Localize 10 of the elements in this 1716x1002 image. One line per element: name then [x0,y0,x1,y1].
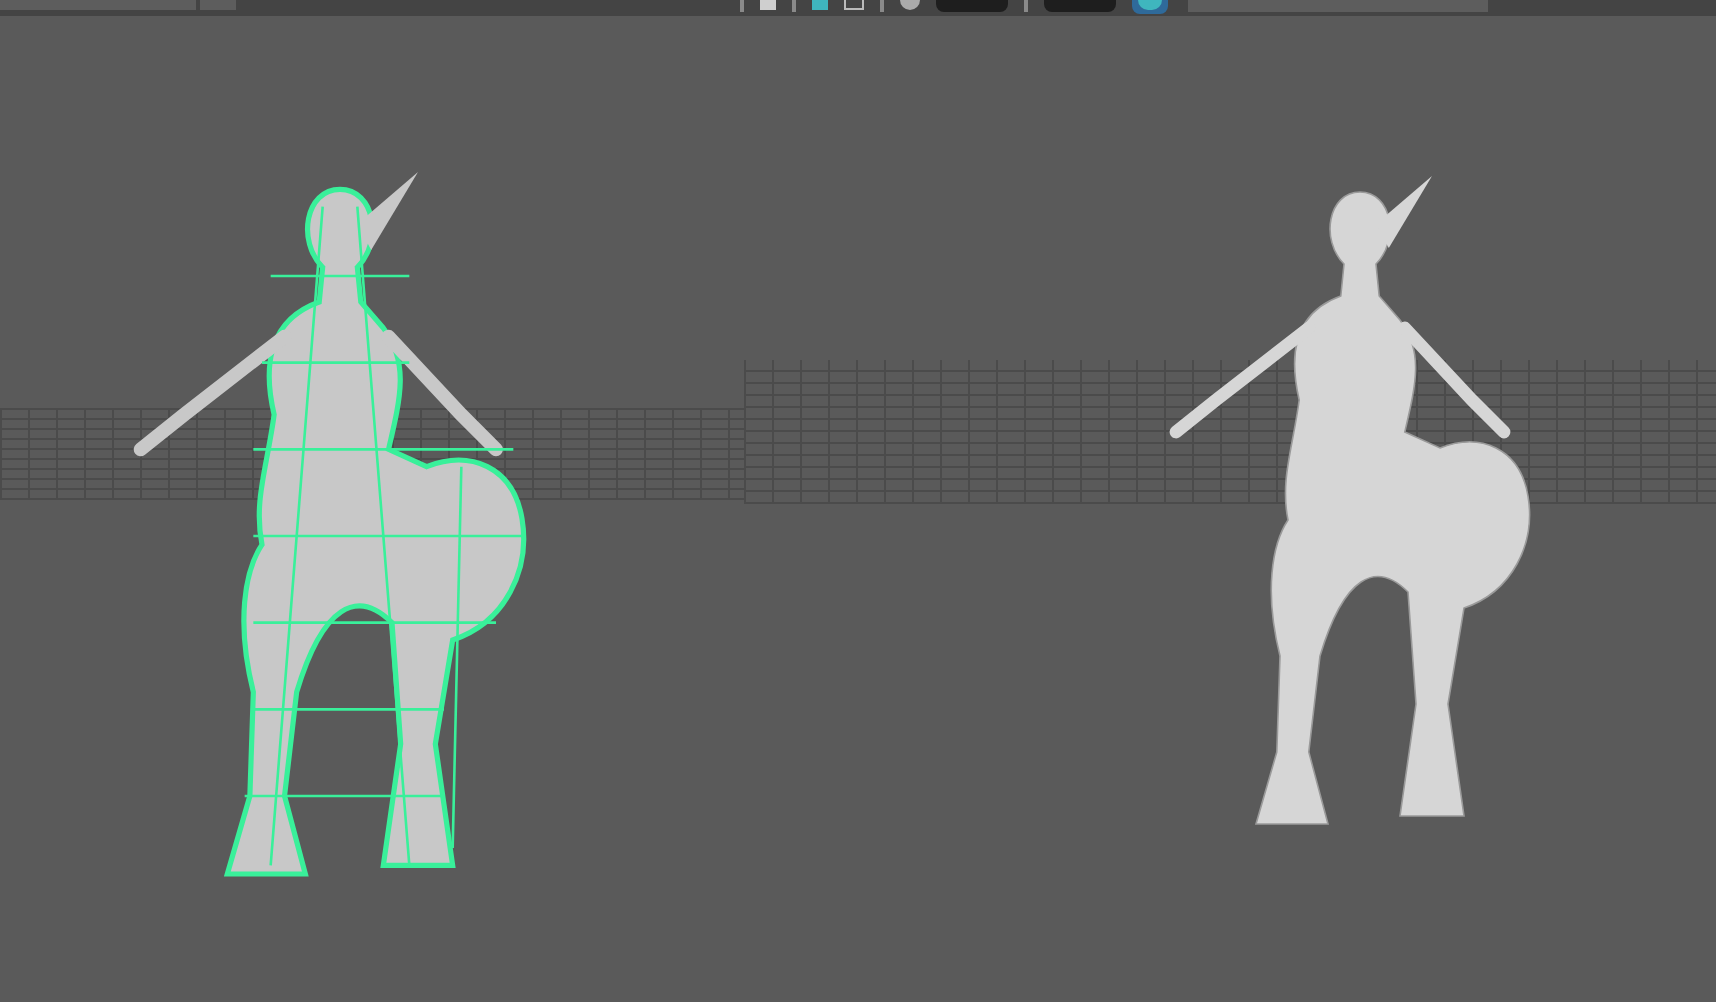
number-field[interactable] [1044,0,1116,12]
swatch-icon[interactable] [812,0,828,10]
swatch-icon[interactable] [760,0,776,10]
frame-icon[interactable] [844,0,864,10]
number-field[interactable] [936,0,1008,12]
globe-icon[interactable] [1132,0,1168,14]
gamma-field[interactable] [0,0,196,10]
knob-icon[interactable] [900,0,920,10]
toolbar-button[interactable] [200,0,236,10]
gamma-field[interactable] [1188,0,1488,12]
